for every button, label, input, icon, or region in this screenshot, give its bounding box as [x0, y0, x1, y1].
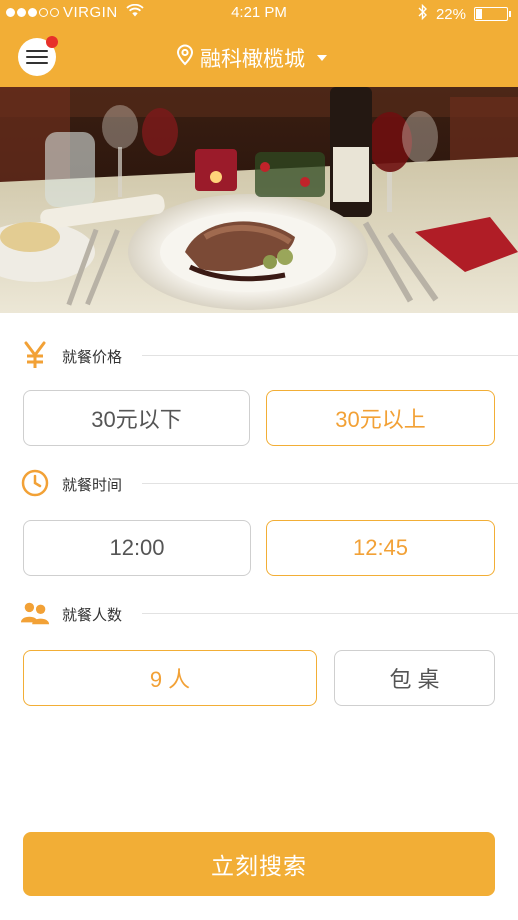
- time-option-1245[interactable]: 12:45: [266, 520, 495, 576]
- divider: [142, 483, 518, 484]
- battery-icon: [474, 7, 511, 21]
- price-label: 就餐价格: [62, 349, 123, 366]
- chevron-down-icon: [317, 55, 327, 61]
- battery-percent: 22%: [435, 5, 466, 23]
- hero-dining-photo: [0, 87, 518, 313]
- status-right: 22%: [418, 3, 511, 24]
- people-option-whole-table[interactable]: 包 桌: [334, 650, 495, 706]
- price-section-header: 就餐价格: [0, 340, 518, 370]
- price-option-over-30[interactable]: 30元以上: [266, 390, 495, 446]
- people-section-header: 就餐人数: [0, 598, 518, 628]
- battery-fill: [476, 9, 482, 19]
- time-label: 就餐时间: [62, 477, 123, 494]
- app-header: VIRGIN 4:21 PM 22% 融科橄榄城: [0, 0, 518, 87]
- divider: [142, 613, 518, 614]
- people-label: 就餐人数: [62, 607, 123, 624]
- divider: [142, 355, 518, 356]
- notification-dot: [46, 36, 58, 48]
- city-selector[interactable]: 融科橄榄城: [176, 43, 327, 73]
- hamburger-menu-icon: [26, 50, 48, 64]
- yen-icon: [20, 340, 50, 370]
- status-bar: VIRGIN 4:21 PM 22%: [0, 0, 518, 26]
- time-section-header: 就餐时间: [0, 468, 518, 498]
- clock-icon: [20, 468, 50, 498]
- bluetooth-icon: [418, 3, 428, 24]
- people-option-9[interactable]: 9 人: [23, 650, 317, 706]
- time-option-1200[interactable]: 12:00: [23, 520, 251, 576]
- price-option-under-30[interactable]: 30元以下: [23, 390, 250, 446]
- people-icon: [20, 598, 50, 628]
- menu-button[interactable]: [18, 36, 58, 76]
- map-pin-icon: [176, 44, 194, 72]
- search-now-button[interactable]: 立刻搜索: [23, 832, 495, 896]
- city-name: 融科橄榄城: [200, 48, 305, 71]
